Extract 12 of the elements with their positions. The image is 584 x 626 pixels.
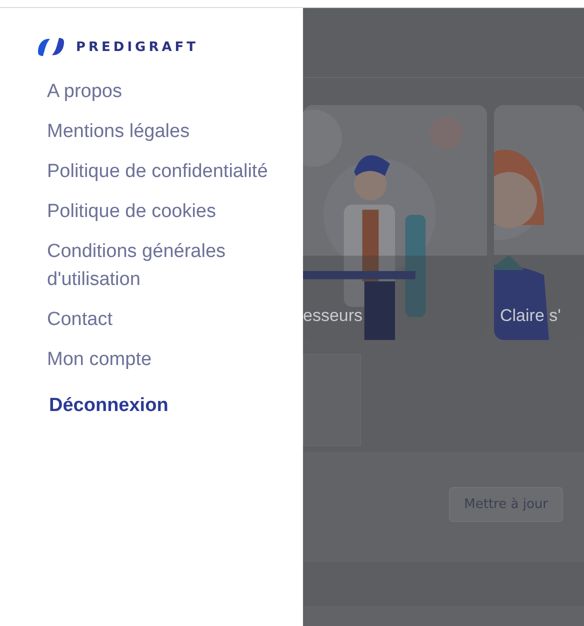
card-caption: esseurs: [303, 306, 363, 326]
menu-link[interactable]: Conditions générales d'utilisation: [47, 232, 277, 300]
menu-link[interactable]: Mentions légales: [47, 112, 277, 152]
logo-icon: [36, 36, 66, 58]
menu-link[interactable]: Contact: [47, 300, 277, 340]
brand-name: PREDIGRAFT: [76, 40, 199, 54]
logout-link[interactable]: Déconnexion: [49, 386, 279, 426]
menu-link[interactable]: Politique de confidentialité: [47, 152, 277, 192]
menu-link[interactable]: Politique de cookies: [47, 192, 277, 232]
card-caption: Claire s': [500, 306, 561, 326]
menu-link[interactable]: A propos: [47, 72, 277, 112]
menu-link[interactable]: Mon compte: [47, 340, 277, 380]
